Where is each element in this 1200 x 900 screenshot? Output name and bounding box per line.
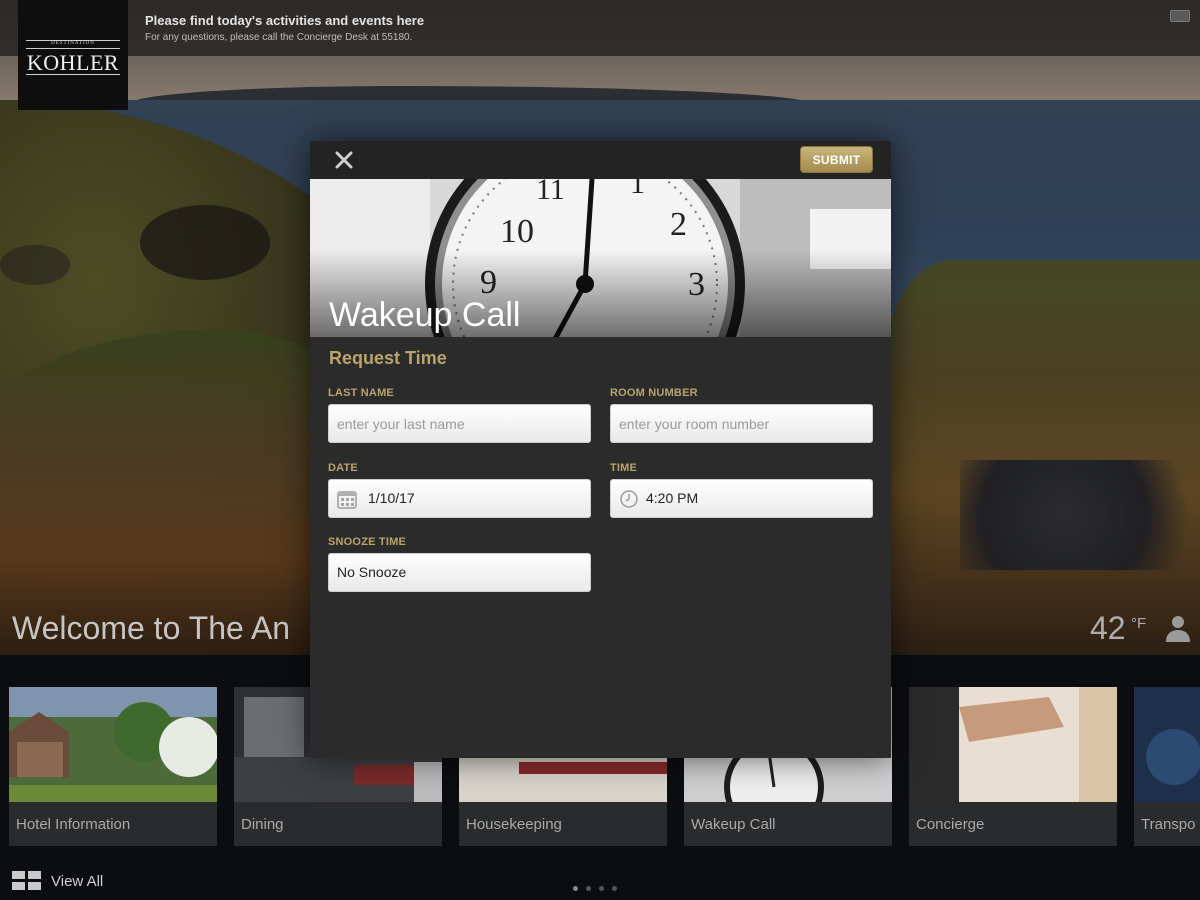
- tile-label: Wakeup Call: [691, 816, 776, 833]
- view-all-link[interactable]: View All: [51, 873, 103, 890]
- close-icon[interactable]: [332, 148, 356, 172]
- logo-rule: [26, 74, 120, 75]
- banner-toggle-icon[interactable]: [1170, 10, 1190, 22]
- tile-label: Hotel Information: [16, 816, 131, 833]
- room-number-field[interactable]: [610, 404, 873, 443]
- tile-concierge[interactable]: Concierge: [909, 687, 1117, 846]
- banner-subtitle: For any questions, please call the Conci…: [145, 32, 413, 43]
- logo-top-text: DESTINATION: [51, 41, 95, 46]
- hotel-photo: [9, 687, 217, 802]
- tile-hotel-information[interactable]: Hotel Information: [9, 687, 217, 846]
- concierge-photo: [909, 687, 1117, 802]
- snooze-select[interactable]: No Snooze: [328, 553, 591, 592]
- last-name-input[interactable]: [329, 405, 590, 442]
- tile-label: Transpo: [1141, 816, 1196, 833]
- welcome-text: Welcome to The An: [12, 610, 291, 646]
- kohler-logo: DESTINATION KOHLER: [18, 0, 128, 110]
- page-indicator: [573, 878, 625, 896]
- snooze-value: No Snooze: [337, 564, 407, 580]
- banner-title: Please find today's activities and event…: [145, 13, 425, 28]
- last-name-field[interactable]: [328, 404, 591, 443]
- clock-icon: [620, 490, 638, 508]
- page-dot[interactable]: [599, 886, 604, 891]
- logo-wordmark: KOHLER: [26, 50, 120, 75]
- car-photo: [1134, 687, 1200, 802]
- hero-image: 10 9 2 3 11 1 Wakeup Call: [310, 179, 891, 337]
- date-label: DATE: [328, 462, 358, 474]
- room-number-input[interactable]: [611, 405, 872, 442]
- tile-transportation[interactable]: Transpo: [1134, 687, 1200, 846]
- room-number-label: ROOM NUMBER: [610, 387, 698, 399]
- wakeup-call-modal: SUBMIT 10 9 2 3 11 1 Wakeup Call Request…: [310, 141, 891, 758]
- temperature-unit: °F: [1131, 615, 1147, 632]
- section-title: Request Time: [329, 348, 447, 368]
- tile-label: Dining: [241, 816, 284, 833]
- modal-title: Wakeup Call: [329, 296, 521, 334]
- page-dot[interactable]: [612, 886, 617, 891]
- announcement-banner[interactable]: Please find today's activities and event…: [0, 0, 1200, 56]
- time-label: TIME: [610, 462, 638, 474]
- time-value: 4:20 PM: [646, 490, 699, 506]
- tile-label: Housekeeping: [466, 816, 562, 833]
- grid-icon[interactable]: [12, 871, 41, 891]
- logo-rule: [26, 48, 120, 49]
- date-value: 1/10/17: [368, 490, 415, 506]
- date-field[interactable]: 1/10/17: [328, 479, 591, 518]
- tile-label: Concierge: [916, 816, 985, 833]
- page-dot[interactable]: [586, 886, 591, 891]
- submit-button[interactable]: SUBMIT: [800, 146, 873, 173]
- page-dot[interactable]: [573, 886, 578, 891]
- temperature: 42: [1090, 610, 1126, 646]
- last-name-label: LAST NAME: [328, 387, 394, 399]
- calendar-icon: [337, 491, 357, 509]
- snooze-label: SNOOZE TIME: [328, 536, 406, 548]
- modal-header: SUBMIT: [310, 141, 891, 179]
- time-field[interactable]: 4:20 PM: [610, 479, 873, 518]
- user-icon[interactable]: [1163, 613, 1193, 643]
